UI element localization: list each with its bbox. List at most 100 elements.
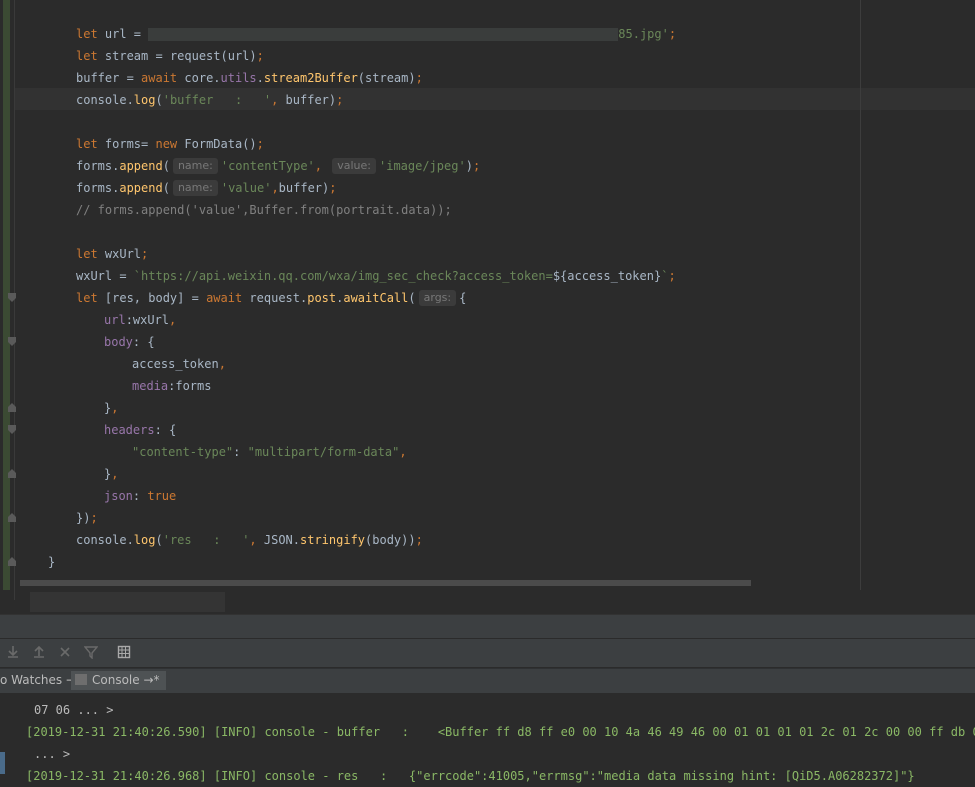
code-line[interactable]: url:wxUrl, bbox=[104, 309, 176, 331]
code-line[interactable]: }); bbox=[76, 507, 98, 529]
code-line[interactable]: console.log('res : ', JSON.stringify(bod… bbox=[76, 529, 423, 551]
log-message: console - buffer : <Buffer ff d8 ff e0 0… bbox=[257, 725, 975, 739]
panel-divider[interactable] bbox=[0, 614, 975, 639]
code-token: json bbox=[104, 489, 133, 503]
code-token: ; bbox=[472, 159, 481, 173]
code-token: 'value' bbox=[220, 181, 272, 195]
code-token: : { bbox=[154, 423, 177, 437]
code-token: 'buffer : ' bbox=[162, 93, 272, 107]
tab-console-label: Console →* bbox=[92, 673, 160, 687]
code-token: wxUrl bbox=[104, 247, 142, 261]
code-token: , bbox=[271, 181, 279, 195]
code-line[interactable]: let [res, body] = await request.post.awa… bbox=[76, 287, 466, 309]
parameter-hint: name: bbox=[172, 180, 218, 196]
code-token: ( bbox=[162, 181, 170, 195]
code-token: console. bbox=[76, 533, 134, 547]
code-token: request(url) bbox=[169, 49, 257, 63]
code-line[interactable]: body: { bbox=[104, 331, 155, 353]
code-token: ; bbox=[668, 27, 677, 41]
code-token: forms. bbox=[76, 181, 120, 195]
code-token: JSON. bbox=[263, 533, 300, 547]
code-line[interactable]: let wxUrl; bbox=[76, 243, 148, 265]
code-token: append bbox=[119, 181, 163, 195]
code-token: buffer) bbox=[285, 93, 337, 107]
code-token: body bbox=[104, 335, 133, 349]
code-line[interactable]: console.log('buffer : ', buffer); bbox=[76, 89, 343, 111]
code-token: log bbox=[133, 533, 156, 547]
code-line[interactable]: forms.append(name:'value',buffer); bbox=[76, 177, 336, 199]
code-token: let bbox=[76, 49, 105, 63]
tab-console[interactable]: Console →* bbox=[71, 671, 166, 690]
code-line[interactable]: } bbox=[48, 551, 55, 573]
code-token: utils bbox=[220, 71, 257, 85]
code-token: { bbox=[459, 291, 467, 305]
code-token: :forms bbox=[168, 379, 212, 393]
code-token: ; bbox=[415, 533, 423, 547]
code-token: [res, body] = bbox=[104, 291, 207, 305]
tab-watches[interactable]: o Watches →* bbox=[0, 671, 82, 690]
console-line: [2019-12-31 21:40:26.968] [INFO] console… bbox=[26, 765, 915, 787]
code-token: stream = bbox=[104, 49, 170, 63]
code-token: }) bbox=[76, 511, 91, 525]
code-token: true bbox=[147, 489, 177, 503]
code-token: let bbox=[76, 27, 105, 41]
code-token: ; bbox=[141, 247, 149, 261]
redacted-url bbox=[148, 28, 619, 41]
code-line[interactable]: }, bbox=[104, 463, 118, 485]
clear-icon[interactable] bbox=[57, 645, 73, 661]
code-token: , bbox=[111, 401, 119, 415]
log-level: [INFO] bbox=[213, 769, 258, 783]
code-token: access_token bbox=[132, 357, 219, 371]
code-token: , bbox=[249, 533, 264, 547]
code-token: ; bbox=[336, 93, 344, 107]
code-token: 'image/jpeg' bbox=[379, 159, 466, 173]
console-line: ... > bbox=[34, 747, 71, 761]
code-token: ; bbox=[415, 71, 423, 85]
code-token: wxUrl = bbox=[76, 269, 134, 283]
parameter-hint: value: bbox=[332, 158, 376, 174]
code-token: ; bbox=[90, 511, 98, 525]
code-line[interactable]: let stream = request(url); bbox=[76, 45, 264, 67]
parameter-hint: args: bbox=[418, 290, 457, 306]
code-token: , bbox=[218, 357, 226, 371]
code-token: ( bbox=[162, 159, 170, 173]
code-token: , bbox=[399, 445, 407, 459]
log-level: [INFO] bbox=[213, 725, 258, 739]
code-editor[interactable]: let url = 85.jpg'; let stream = request(u… bbox=[0, 0, 975, 614]
console-icon bbox=[75, 674, 87, 685]
code-token: ; bbox=[668, 269, 676, 283]
code-token: ${access_token} bbox=[552, 269, 662, 283]
code-line[interactable]: headers: { bbox=[104, 419, 176, 441]
code-line[interactable]: forms.append(name:'contentType', value: '… bbox=[76, 155, 480, 177]
code-token: media bbox=[132, 379, 169, 393]
code-token: let bbox=[76, 137, 105, 151]
code-token: await bbox=[206, 291, 250, 305]
code-line[interactable]: // forms.append('value',Buffer.from(port… bbox=[76, 199, 452, 221]
filter-icon[interactable] bbox=[83, 645, 99, 661]
code-token: url = bbox=[104, 27, 149, 41]
code-token: let bbox=[76, 247, 105, 261]
code-line[interactable]: "content-type": "multipart/form-data", bbox=[132, 441, 407, 463]
code-token: awaitCall bbox=[343, 291, 409, 305]
upload-icon[interactable] bbox=[31, 645, 47, 661]
code-line[interactable]: }, bbox=[104, 397, 118, 419]
code-token: (body)) bbox=[365, 533, 416, 547]
download-icon[interactable] bbox=[5, 645, 21, 661]
code-token: , bbox=[111, 467, 119, 481]
code-line[interactable]: let url = 85.jpg'; bbox=[76, 23, 676, 45]
code-token: (stream) bbox=[357, 71, 416, 85]
code-line[interactable]: access_token, bbox=[132, 353, 226, 375]
console-line: [2019-12-31 21:40:26.590] [INFO] console… bbox=[26, 721, 975, 743]
code-line[interactable]: let forms= new FormData(); bbox=[76, 133, 264, 155]
code-line[interactable]: media:forms bbox=[132, 375, 211, 397]
code-token: : { bbox=[132, 335, 155, 349]
code-token: "multipart/form-data" bbox=[247, 445, 400, 459]
code-line[interactable]: wxUrl = `https://api.weixin.qq.com/wxa/i… bbox=[76, 265, 676, 287]
code-line[interactable]: json: true bbox=[104, 485, 176, 507]
code-token: "content-type" bbox=[132, 445, 234, 459]
table-icon[interactable] bbox=[116, 645, 132, 661]
horizontal-scrollbar[interactable] bbox=[20, 580, 751, 586]
code-token: url bbox=[104, 313, 126, 327]
code-token: ; bbox=[256, 49, 264, 63]
code-line[interactable]: buffer = await core.utils.stream2Buffer(… bbox=[76, 67, 423, 89]
